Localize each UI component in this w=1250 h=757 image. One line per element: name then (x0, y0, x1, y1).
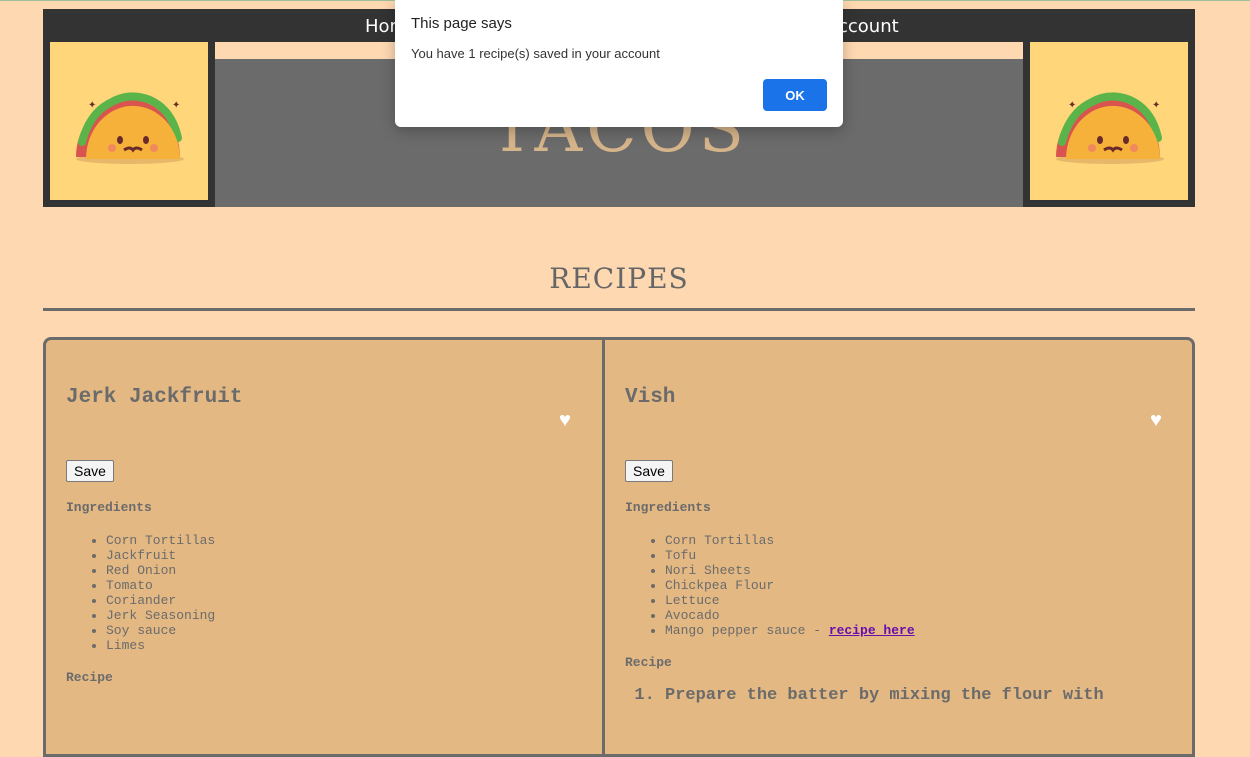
taco-logo-left: ✦ ✦ (50, 42, 208, 200)
list-item: Lettuce (665, 593, 915, 608)
save-button[interactable]: Save (66, 460, 114, 482)
list-item: Jackfruit (106, 548, 215, 563)
recipe-steps: Prepare the batter by mixing the flour w… (625, 686, 1104, 705)
list-item: Tomato (106, 578, 215, 593)
ingredients-list: Corn Tortillas Tofu Nori Sheets Chickpea… (625, 533, 915, 638)
taco-mascot-icon: ✦ ✦ (1056, 92, 1164, 164)
ingredients-list: Corn Tortillas Jackfruit Red Onion Tomat… (66, 533, 215, 653)
list-item: Soy sauce (106, 623, 215, 638)
alert-dialog: This page says You have 1 recipe(s) save… (395, 0, 843, 127)
list-item: Coriander (106, 593, 215, 608)
list-item: Chickpea Flour (665, 578, 915, 593)
section-title: RECIPES (549, 262, 689, 295)
list-item: Red Onion (106, 563, 215, 578)
recipe-title: Vish (625, 386, 676, 409)
ingredient-text: Mango pepper sauce - (665, 623, 829, 638)
white-heart-icon[interactable]: ♥ (1150, 410, 1162, 433)
recipe-step: Prepare the batter by mixing the flour w… (665, 686, 1104, 705)
svg-text:✦: ✦ (1068, 100, 1076, 111)
recipe-title: Jerk Jackfruit (66, 386, 243, 409)
save-button[interactable]: Save (625, 460, 673, 482)
dialog-message: You have 1 recipe(s) saved in your accou… (411, 46, 660, 61)
recipe-card-jerk-jackfruit: Jerk Jackfruit ♥ Save Ingredients Corn T… (43, 337, 606, 757)
list-item: Nori Sheets (665, 563, 915, 578)
dialog-title: This page says (411, 15, 512, 32)
svg-text:✦: ✦ (88, 100, 96, 111)
recipe-label: Recipe (66, 670, 113, 685)
list-item: Avocado (665, 608, 915, 623)
svg-text:✦: ✦ (1152, 100, 1160, 111)
list-item: Tofu (665, 548, 915, 563)
recipe-link[interactable]: recipe here (829, 623, 915, 638)
list-item: Jerk Seasoning (106, 608, 215, 623)
section-divider (43, 308, 1195, 311)
recipe-label: Recipe (625, 655, 672, 670)
list-item: Corn Tortillas (106, 533, 215, 548)
list-item: Limes (106, 638, 215, 653)
ingredients-label: Ingredients (625, 500, 711, 515)
taco-mascot-icon: ✦ ✦ (76, 92, 184, 164)
white-heart-icon[interactable]: ♥ (559, 410, 571, 433)
taco-logo-right: ✦ ✦ (1030, 42, 1188, 200)
recipe-card-vish: Vish ♥ Save Ingredients Corn Tortillas T… (602, 337, 1195, 757)
list-item: Corn Tortillas (665, 533, 915, 548)
ok-button[interactable]: OK (763, 79, 827, 111)
svg-text:✦: ✦ (172, 100, 180, 111)
ingredients-label: Ingredients (66, 500, 152, 515)
list-item: Mango pepper sauce - recipe here (665, 623, 915, 638)
